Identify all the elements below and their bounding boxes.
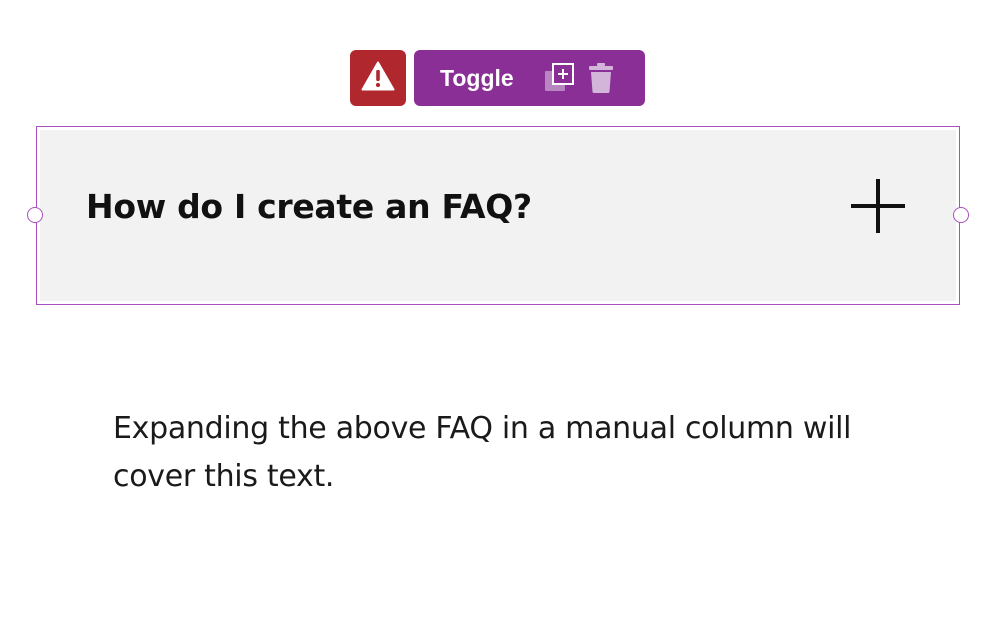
warning-icon bbox=[361, 61, 395, 96]
block-warning-button[interactable] bbox=[350, 50, 406, 106]
faq-toggle-block[interactable]: How do I create an FAQ? bbox=[27, 126, 969, 305]
faq-header[interactable]: How do I create an FAQ? bbox=[40, 130, 956, 301]
duplicate-icon[interactable] bbox=[544, 62, 576, 94]
block-type-label[interactable]: Toggle bbox=[440, 65, 514, 92]
resize-handle-left[interactable] bbox=[27, 207, 43, 223]
plus-icon[interactable] bbox=[850, 178, 906, 234]
faq-question: How do I create an FAQ? bbox=[86, 187, 532, 226]
resize-handle-right[interactable] bbox=[953, 207, 969, 223]
body-paragraph: Expanding the above FAQ in a manual colu… bbox=[113, 411, 852, 494]
block-toolbar: Toggle bbox=[350, 50, 645, 106]
trash-icon[interactable] bbox=[588, 62, 614, 94]
block-controls: Toggle bbox=[414, 50, 645, 106]
